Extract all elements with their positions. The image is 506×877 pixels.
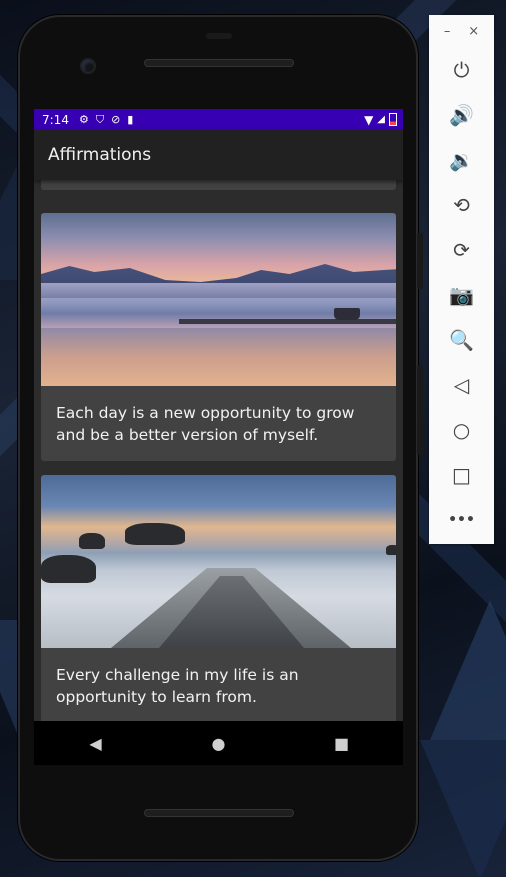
affirmation-list[interactable]: Each day is a new opportunity to grow an… (34, 172, 403, 721)
recents-nav-button[interactable]: ■ (327, 734, 357, 753)
earpiece (206, 33, 232, 39)
battery-low-icon (389, 113, 397, 126)
list-item[interactable]: Each day is a new opportunity to grow an… (41, 213, 396, 461)
volume-down-icon[interactable]: 🔉 (429, 137, 494, 182)
affirmation-text: Every challenge in my life is an opportu… (56, 666, 299, 706)
home-icon[interactable]: ○ (429, 407, 494, 452)
bottom-speaker (144, 809, 294, 817)
volume-side-button[interactable] (417, 365, 423, 455)
front-camera (82, 60, 94, 72)
status-bar: 7:14 ⚙ ⛉ ⊘ ▮ ▼ ◢ (34, 109, 403, 130)
signal-icon: ◢ (377, 114, 385, 125)
affirmation-text: Each day is a new opportunity to grow an… (56, 404, 355, 444)
status-time: 7:14 (42, 112, 69, 127)
rotate-right-icon[interactable]: ⟳ (429, 227, 494, 272)
shield-icon: ⛉ (95, 112, 105, 126)
home-nav-button[interactable]: ● (204, 734, 234, 753)
sd-card-icon: ▮ (127, 113, 134, 126)
page-title: Affirmations (48, 145, 152, 165)
volume-up-icon[interactable]: 🔊 (429, 92, 494, 137)
lake-sunset-image (41, 213, 396, 386)
close-button[interactable]: × (468, 24, 479, 39)
power-side-button[interactable] (417, 233, 423, 289)
list-item[interactable]: Every challenge in my life is an opportu… (41, 475, 396, 721)
gear-icon: ⚙ (78, 113, 89, 126)
top-speaker (144, 59, 294, 67)
emulator-toolbar: – × ⏻ 🔊 🔉 ⟲ ⟳ 📷 🔍 ◁ ○ □ ••• (429, 15, 494, 544)
zoom-icon[interactable]: 🔍 (429, 317, 494, 362)
phone-screen: 7:14 ⚙ ⛉ ⊘ ▮ ▼ ◢ Affirmations Each day i… (34, 109, 403, 721)
more-icon[interactable]: ••• (429, 497, 494, 542)
camera-icon[interactable]: 📷 (429, 272, 494, 317)
power-icon[interactable]: ⏻ (429, 47, 494, 92)
window-controls: – × (429, 15, 494, 47)
navigation-bar: ◀ ● ■ (34, 721, 403, 765)
overview-icon[interactable]: □ (429, 452, 494, 497)
minimize-button[interactable]: – (444, 24, 451, 39)
rotate-left-icon[interactable]: ⟲ (429, 182, 494, 227)
ocean-pier-image (41, 475, 396, 648)
back-nav-button[interactable]: ◀ (81, 734, 111, 753)
back-icon[interactable]: ◁ (429, 362, 494, 407)
wifi-icon: ▼ (364, 112, 374, 127)
app-bar: Affirmations (34, 130, 403, 180)
vpn-icon: ⊘ (111, 113, 121, 126)
